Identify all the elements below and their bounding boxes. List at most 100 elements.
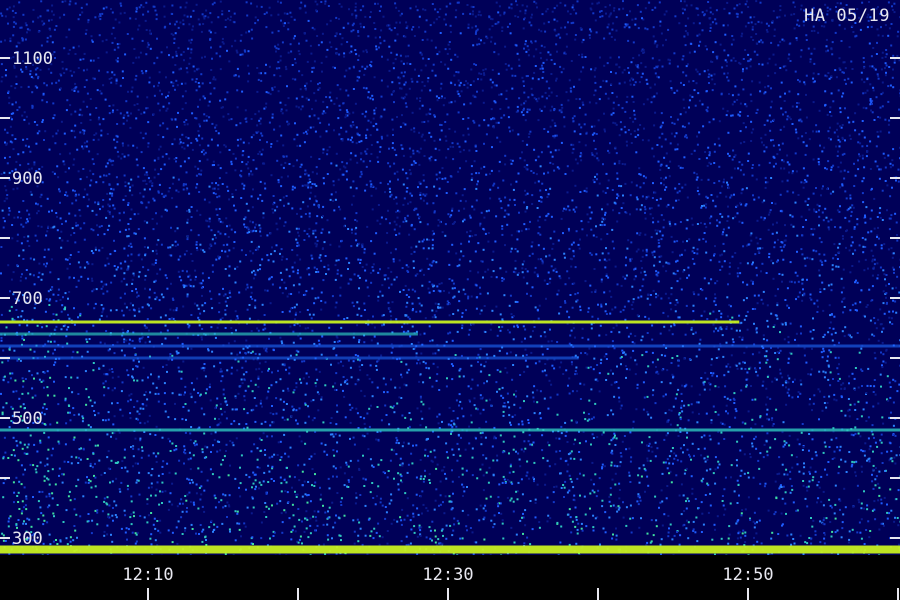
noise-speck <box>224 26 227 28</box>
noise-speck <box>808 537 811 539</box>
noise-speck <box>299 324 301 327</box>
noise-speck <box>523 370 526 373</box>
noise-speck <box>524 328 527 331</box>
noise-speck <box>543 331 546 334</box>
noise-speck <box>125 306 128 309</box>
noise-speck <box>228 249 231 252</box>
noise-speck <box>408 412 411 414</box>
noise-speck <box>495 1 498 4</box>
noise-speck <box>411 325 414 328</box>
noise-speck <box>129 126 132 129</box>
noise-speck <box>288 475 291 478</box>
noise-speck <box>191 260 194 262</box>
noise-speck <box>702 383 705 386</box>
noise-speck <box>703 447 706 450</box>
noise-speck <box>380 29 383 32</box>
noise-speck <box>579 27 582 30</box>
noise-speck <box>749 65 752 68</box>
noise-speck <box>342 376 345 378</box>
noise-speck <box>749 453 751 455</box>
noise-speck <box>306 60 309 63</box>
noise-speck <box>315 519 318 522</box>
noise-speck <box>416 507 419 510</box>
noise-speck <box>332 526 335 529</box>
noise-speck <box>690 328 693 331</box>
noise-speck <box>808 480 811 483</box>
noise-speck <box>335 301 338 304</box>
noise-speck <box>410 452 413 455</box>
noise-speck <box>659 24 662 27</box>
noise-speck <box>116 140 119 143</box>
noise-speck <box>324 511 327 514</box>
noise-speck <box>829 521 832 523</box>
noise-speck <box>810 30 813 32</box>
noise-speck <box>363 309 366 311</box>
noise-speck <box>48 495 51 498</box>
noise-speck <box>453 517 456 520</box>
noise-speck <box>726 296 729 299</box>
noise-speck <box>285 68 288 71</box>
noise-speck <box>786 154 789 157</box>
noise-speck <box>365 87 368 90</box>
noise-speck <box>128 338 131 341</box>
noise-speck <box>488 374 491 377</box>
noise-speck <box>702 477 705 480</box>
noise-speck <box>773 35 776 37</box>
noise-speck <box>387 209 389 212</box>
noise-speck <box>890 44 893 47</box>
noise-speck <box>415 245 418 248</box>
noise-speck <box>259 139 261 141</box>
noise-speck <box>174 23 177 26</box>
noise-speck <box>315 271 318 273</box>
noise-speck <box>265 63 267 66</box>
noise-speck <box>635 250 638 253</box>
noise-speck <box>361 243 364 246</box>
noise-speck <box>475 64 477 66</box>
noise-speck <box>536 6 538 9</box>
noise-speck <box>200 336 203 339</box>
noise-speck <box>277 30 280 33</box>
noise-speck <box>665 186 668 189</box>
noise-speck <box>556 293 559 296</box>
noise-speck <box>389 405 392 408</box>
noise-speck <box>681 125 684 128</box>
noise-speck <box>887 154 890 157</box>
noise-speck <box>299 175 302 178</box>
noise-speck <box>137 28 140 31</box>
noise-speck <box>637 128 640 131</box>
noise-speck <box>710 74 713 77</box>
noise-speck <box>514 248 517 250</box>
noise-speck <box>676 118 679 121</box>
noise-speck <box>435 194 438 197</box>
noise-speck <box>416 97 418 100</box>
noise-speck <box>422 8 425 11</box>
noise-speck <box>656 358 659 361</box>
noise-speck <box>866 26 869 29</box>
noise-speck <box>695 401 698 404</box>
noise-speck <box>792 1 795 4</box>
noise-speck <box>345 461 348 464</box>
noise-speck <box>355 212 358 215</box>
noise-speck <box>230 366 233 369</box>
noise-speck <box>214 506 217 509</box>
noise-speck <box>774 72 777 75</box>
noise-speck <box>216 326 219 329</box>
noise-speck <box>727 54 730 57</box>
noise-speck <box>351 136 353 139</box>
noise-speck <box>635 196 638 199</box>
noise-speck <box>594 402 597 405</box>
noise-speck <box>259 230 262 233</box>
noise-speck <box>189 457 192 460</box>
noise-speck <box>453 523 456 526</box>
noise-speck <box>51 497 54 500</box>
noise-speck <box>844 139 846 142</box>
noise-speck <box>555 437 558 440</box>
noise-speck <box>227 189 230 192</box>
noise-speck <box>137 418 139 421</box>
noise-speck <box>281 416 284 419</box>
noise-speck <box>57 288 60 291</box>
noise-speck <box>849 197 852 200</box>
noise-speck <box>209 81 212 84</box>
noise-speck <box>273 250 276 253</box>
noise-speck <box>594 81 597 84</box>
